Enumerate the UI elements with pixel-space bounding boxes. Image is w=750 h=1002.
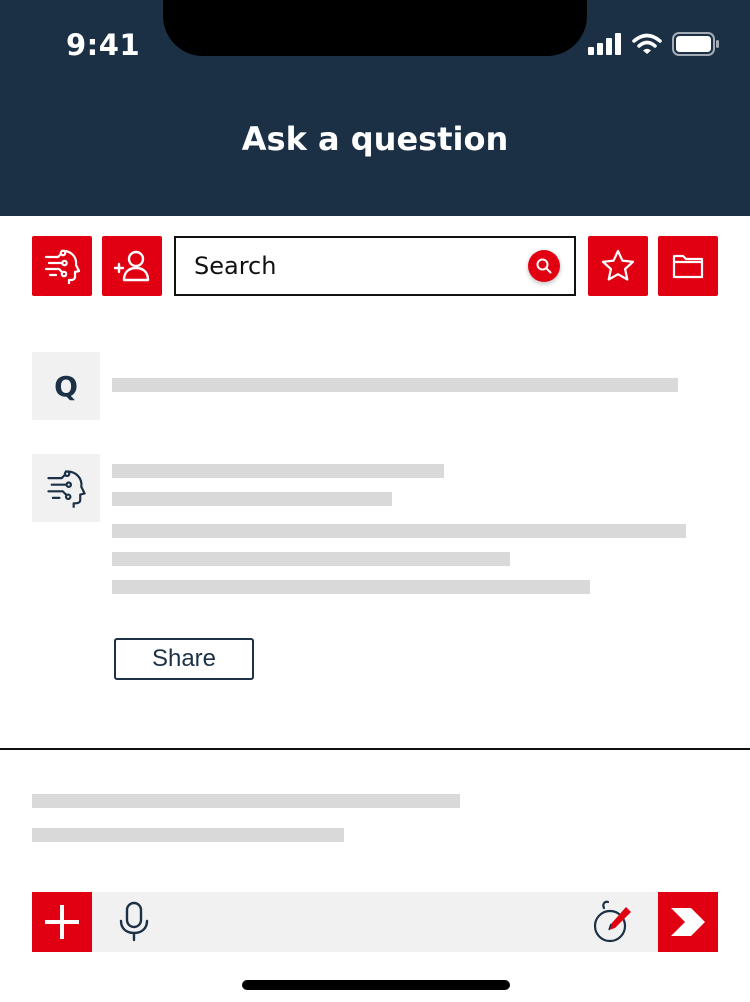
microphone-icon	[119, 901, 149, 942]
add-user-icon	[113, 250, 150, 282]
pen-icon	[593, 900, 631, 943]
text-placeholder	[32, 794, 460, 808]
share-button[interactable]: Share	[114, 638, 254, 680]
folder-button[interactable]	[658, 236, 718, 296]
answer-text-placeholder	[112, 492, 392, 506]
status-icons	[588, 32, 720, 56]
send-button[interactable]	[658, 892, 718, 952]
star-icon	[601, 249, 635, 281]
status-time: 9:41	[66, 28, 141, 62]
ai-head-icon	[47, 470, 86, 508]
device-notch	[163, 0, 587, 56]
message-input[interactable]	[92, 892, 658, 952]
section-divider	[0, 748, 750, 750]
send-icon	[671, 908, 705, 936]
ai-assistant-button[interactable]	[32, 236, 92, 296]
question-avatar: Q	[32, 352, 100, 420]
ai-head-icon	[44, 249, 81, 284]
search-placeholder: Search	[194, 252, 277, 280]
answer-text-placeholder	[112, 524, 686, 538]
add-contact-button[interactable]	[102, 236, 162, 296]
folder-icon	[672, 254, 704, 279]
app-header: 9:41 Ask a question	[0, 0, 750, 216]
microphone-button[interactable]	[116, 900, 152, 948]
page-title: Ask a question	[241, 120, 509, 158]
home-indicator	[242, 980, 510, 990]
plus-icon	[45, 905, 79, 939]
answer-text-placeholder	[112, 552, 510, 566]
search-icon	[536, 258, 552, 274]
answer-avatar	[32, 454, 100, 522]
wifi-icon	[632, 33, 662, 54]
answer-text-placeholder	[112, 464, 444, 478]
draw-button[interactable]	[590, 898, 636, 950]
favorites-button[interactable]	[588, 236, 648, 296]
search-input[interactable]: Search	[174, 236, 576, 296]
question-text-placeholder	[112, 378, 678, 392]
text-placeholder	[32, 828, 344, 842]
signal-icon	[588, 33, 621, 55]
search-button[interactable]	[528, 250, 560, 282]
answer-text-placeholder	[112, 580, 590, 594]
question-letter: Q	[54, 369, 78, 403]
battery-icon	[672, 32, 719, 56]
add-button[interactable]	[32, 892, 92, 952]
